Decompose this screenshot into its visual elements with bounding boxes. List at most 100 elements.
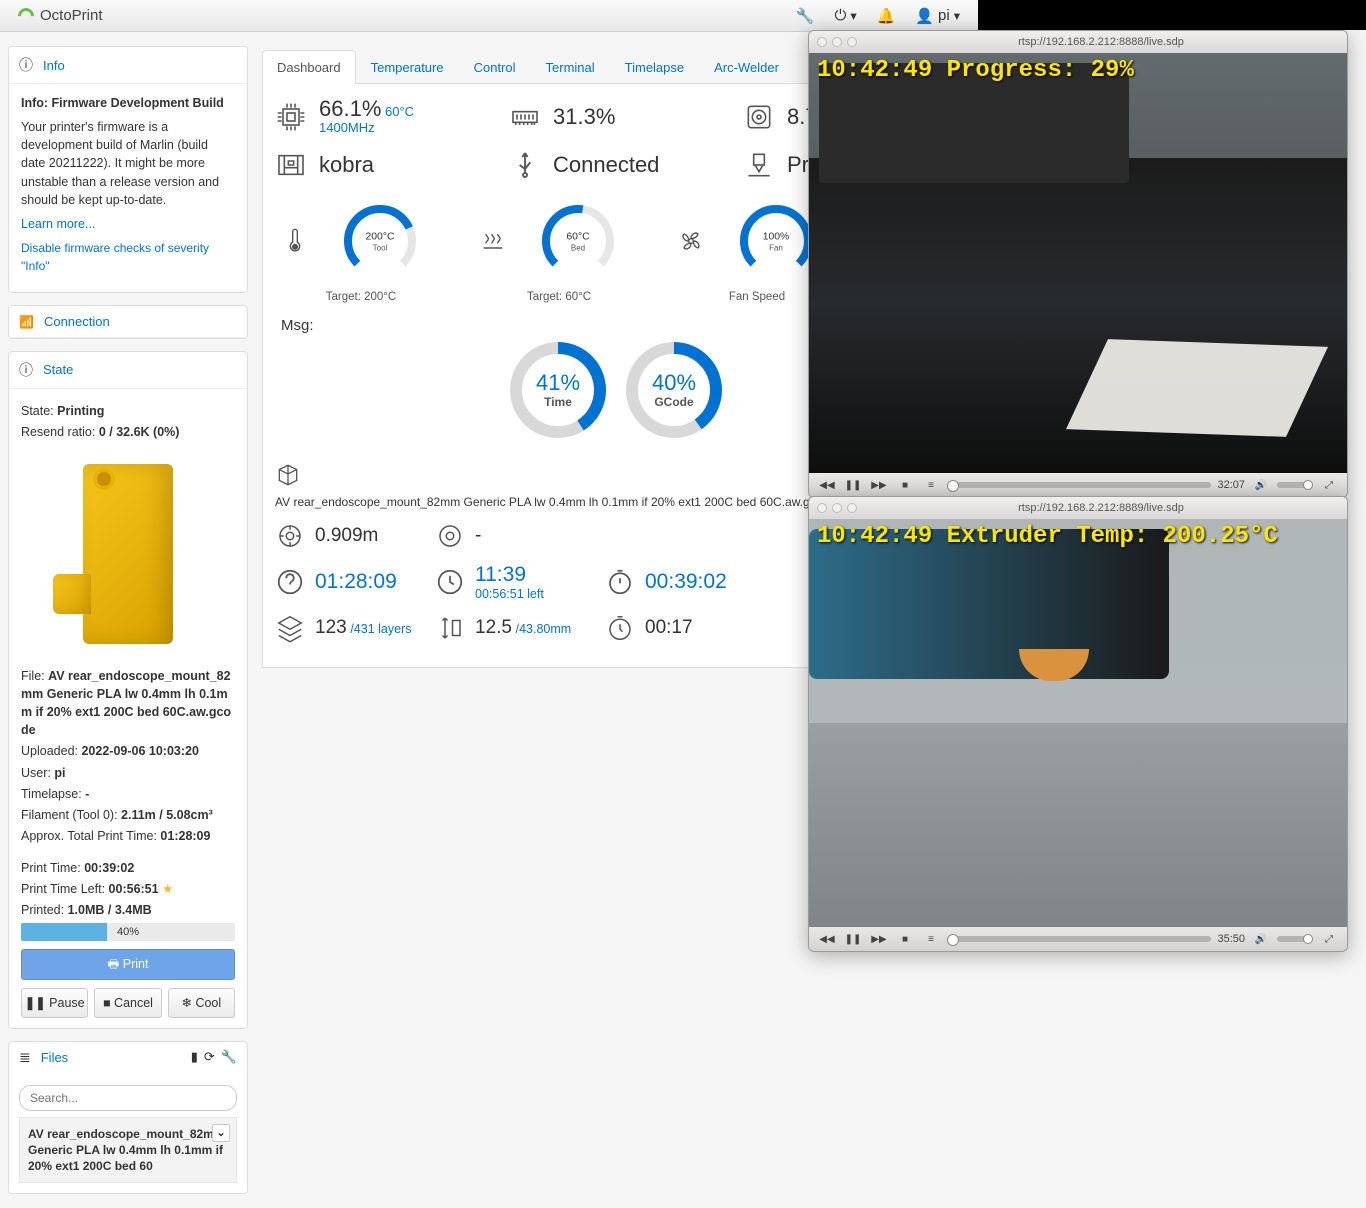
spool2-icon bbox=[435, 521, 465, 551]
playlist-icon[interactable]: ≡ bbox=[921, 480, 941, 491]
svg-text:Fan: Fan bbox=[769, 244, 783, 253]
video1-time: 32:07 bbox=[1217, 479, 1245, 491]
stop-icon[interactable]: ■ bbox=[895, 480, 915, 491]
timer-icon bbox=[605, 613, 635, 643]
video-window-2[interactable]: rtsp://192.168.2.212:8889/live.sdp 10:42… bbox=[808, 496, 1348, 952]
svg-text:100%: 100% bbox=[763, 231, 790, 242]
video2-title: rtsp://192.168.2.212:8889/live.sdp bbox=[863, 502, 1339, 514]
tab-arcwelder[interactable]: Arc-Welder bbox=[699, 50, 794, 84]
file-entry[interactable]: AV rear_endoscope_mount_82mm Generic PLA… bbox=[19, 1117, 237, 1184]
height: 12.5 /43.80mm bbox=[435, 613, 605, 643]
volume-icon[interactable]: 🔊 bbox=[1251, 480, 1271, 491]
tl-v: - bbox=[85, 787, 89, 801]
heatbed-icon bbox=[479, 227, 507, 255]
printed-l: Printed: bbox=[21, 903, 64, 917]
info-title-link[interactable]: Info bbox=[43, 58, 65, 73]
skip-back-icon-2[interactable]: ◀◀ bbox=[817, 934, 837, 945]
file-label: File: bbox=[21, 669, 45, 683]
svg-text:40%: 40% bbox=[652, 370, 696, 395]
tab-dashboard[interactable]: Dashboard bbox=[262, 50, 356, 84]
video2-controls: ◀◀ ❚❚ ▶▶ ■ ≡ 35:50 🔊 ⤢ bbox=[809, 927, 1347, 951]
power-menu[interactable]: ⏻ ▾ bbox=[835, 7, 857, 24]
info-disable-link[interactable]: Disable firmware checks of severity "Inf… bbox=[21, 241, 209, 273]
print-button[interactable]: 🖶 Print bbox=[21, 949, 235, 979]
user-v: pi bbox=[54, 766, 65, 780]
info-learn-link[interactable]: Learn more... bbox=[21, 217, 95, 231]
traffic-lights[interactable] bbox=[817, 37, 857, 47]
playlist-icon-2[interactable]: ≡ bbox=[921, 934, 941, 945]
disk-icon bbox=[743, 101, 775, 133]
user-label: pi bbox=[938, 7, 950, 24]
conn-status: Connected bbox=[553, 154, 659, 176]
file-entry-name: AV rear_endoscope_mount_82mm Generic PLA… bbox=[28, 1127, 225, 1173]
mem-stat: 31.3% bbox=[509, 101, 723, 133]
height-icon bbox=[435, 613, 465, 643]
info-icon bbox=[19, 55, 37, 75]
tool-gauge: 200°CTool Target: 200°C bbox=[281, 201, 441, 303]
cpu-temp: 60°C bbox=[385, 104, 414, 119]
state-label: State: bbox=[21, 404, 54, 418]
pause-icon-2[interactable]: ❚❚ bbox=[843, 934, 863, 945]
wrench-icon[interactable]: 🔧 bbox=[796, 7, 815, 25]
spool-icon bbox=[275, 521, 305, 551]
file-search-input[interactable] bbox=[19, 1085, 237, 1111]
skip-fwd-icon[interactable]: ▶▶ bbox=[869, 480, 889, 491]
object-icon bbox=[275, 462, 301, 488]
stop-icon-2[interactable]: ■ bbox=[895, 934, 915, 945]
svg-text:Time: Time bbox=[544, 395, 572, 409]
printer-name: kobra bbox=[319, 154, 374, 176]
volume-slider-2[interactable] bbox=[1277, 936, 1313, 942]
brand-logo-icon bbox=[15, 4, 38, 27]
video2-feed: 10:42:49 Extruder Temp: 200.25°C bbox=[809, 519, 1347, 927]
user-menu[interactable]: 👤 pi ▾ bbox=[915, 7, 960, 25]
resend-label: Resend ratio: bbox=[21, 425, 95, 439]
cpu-pct: 66.1% bbox=[319, 96, 381, 121]
navbar: OctoPrint 🔧 ⏻ ▾ 🔔 👤 pi ▾ bbox=[0, 0, 978, 32]
star-icon: ★ bbox=[162, 882, 173, 896]
skip-fwd-icon-2[interactable]: ▶▶ bbox=[869, 934, 889, 945]
skip-back-icon[interactable]: ◀◀ bbox=[817, 480, 837, 491]
video-window-1[interactable]: rtsp://192.168.2.212:8888/live.sdp 10:42… bbox=[808, 30, 1348, 498]
tab-timelapse[interactable]: Timelapse bbox=[610, 50, 699, 84]
ram-icon bbox=[509, 101, 541, 133]
fullscreen-icon[interactable]: ⤢ bbox=[1319, 480, 1339, 491]
video2-overlay: 10:42:49 Extruder Temp: 200.25°C bbox=[817, 523, 1278, 550]
model-preview bbox=[21, 444, 235, 664]
video2-time: 35:50 bbox=[1217, 933, 1245, 945]
approx-v: 01:28:09 bbox=[160, 829, 210, 843]
refresh-icon[interactable]: ⟳ bbox=[204, 1049, 215, 1065]
state-title-link[interactable]: State bbox=[43, 362, 73, 377]
volume-icon-2[interactable]: 🔊 bbox=[1251, 934, 1271, 945]
volume-slider[interactable] bbox=[1277, 482, 1313, 488]
video1-feed: 10:42:49 Progress: 29% bbox=[809, 53, 1347, 473]
pause-icon[interactable]: ❚❚ bbox=[843, 480, 863, 491]
bed-gauge: 60°CBed Target: 60°C bbox=[479, 201, 639, 303]
seek-bar[interactable] bbox=[947, 482, 1211, 488]
files-title-link[interactable]: Files bbox=[41, 1050, 68, 1065]
fullscreen-icon-2[interactable]: ⤢ bbox=[1319, 934, 1339, 945]
last-layer-time: 00:17 bbox=[605, 613, 765, 643]
tab-terminal[interactable]: Terminal bbox=[531, 50, 610, 84]
wrench-icon-files[interactable]: 🔧 bbox=[221, 1049, 237, 1065]
cancel-button[interactable]: ■ Cancel bbox=[94, 988, 161, 1018]
pause-button[interactable]: ❚❚ Pause bbox=[21, 988, 88, 1018]
cool-button[interactable]: ❄ Cool bbox=[168, 988, 235, 1018]
file-value: AV rear_endoscope_mount_82mm Generic PLA… bbox=[21, 669, 231, 737]
seek-bar-2[interactable] bbox=[947, 936, 1211, 942]
brand[interactable]: OctoPrint bbox=[18, 7, 103, 24]
layers: 123 /431 layers bbox=[275, 613, 435, 643]
cpu-icon bbox=[275, 101, 307, 133]
printed-v: 1.0MB / 3.4MB bbox=[68, 903, 152, 917]
sd-icon[interactable]: ▮ bbox=[191, 1049, 198, 1065]
tab-temperature[interactable]: Temperature bbox=[356, 50, 459, 84]
file-expand-button[interactable]: ⌄ bbox=[212, 1124, 230, 1142]
state-info-icon bbox=[19, 360, 37, 380]
question-icon bbox=[275, 567, 305, 597]
msg-label: Msg: bbox=[281, 317, 314, 334]
tab-control[interactable]: Control bbox=[459, 50, 531, 84]
connection-title-link[interactable]: Connection bbox=[44, 314, 110, 329]
video1-controls: ◀◀ ❚❚ ▶▶ ■ ≡ 32:07 🔊 ⤢ bbox=[809, 473, 1347, 497]
traffic-lights-2[interactable] bbox=[817, 503, 857, 513]
tool-target: Target: 200°C bbox=[281, 291, 441, 303]
bell-icon[interactable]: 🔔 bbox=[877, 7, 896, 25]
